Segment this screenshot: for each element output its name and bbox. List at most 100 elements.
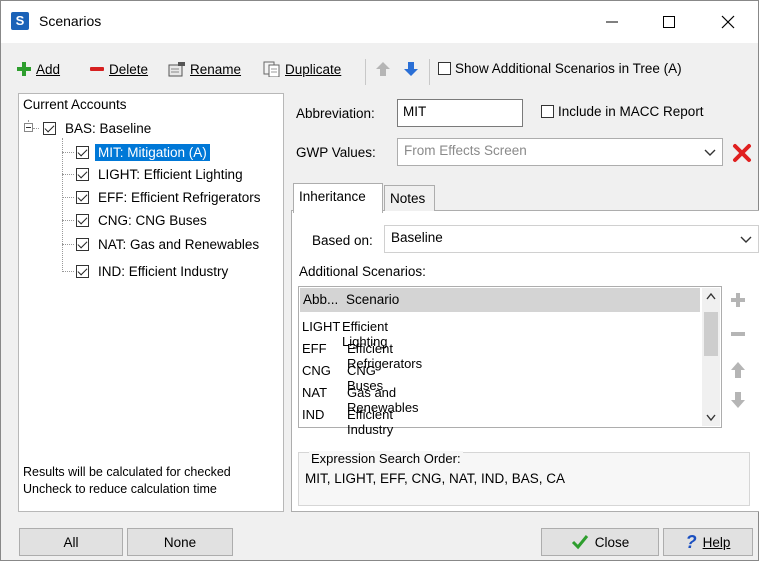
tab-notes-label: Notes: [390, 191, 426, 206]
tree-node-mit[interactable]: MIT: Mitigation (A): [76, 142, 210, 162]
help-label: Help: [702, 534, 731, 550]
tree-node-baseline[interactable]: BAS: Baseline: [43, 118, 154, 138]
scroll-down-icon[interactable]: [706, 414, 716, 422]
scenario-tree: Current Accounts BAS: Baseline MIT: Miti…: [18, 93, 284, 512]
show-additional-label: Show Additional Scenarios in Tree (A): [455, 61, 682, 76]
minus-icon: [731, 332, 745, 336]
mit-checkbox[interactable]: [76, 145, 89, 159]
add-scenario-button[interactable]: [729, 291, 747, 312]
tree-connector: [62, 244, 74, 245]
chevron-down-icon: [740, 236, 752, 243]
include-macc-toggle[interactable]: Include in MACC Report: [541, 104, 704, 119]
tree-node-cng[interactable]: CNG: CNG Buses: [76, 210, 210, 230]
arrow-up-icon: [731, 362, 745, 378]
tree-node-ind[interactable]: IND: Efficient Industry: [76, 261, 231, 281]
close-button[interactable]: Close: [541, 528, 659, 556]
plus-icon: [17, 62, 31, 76]
abbreviation-input[interactable]: MIT: [397, 99, 523, 127]
select-none-label: None: [163, 534, 197, 550]
help-button[interactable]: ? Help: [663, 528, 753, 556]
move-scenario-up-button[interactable]: [729, 361, 747, 382]
additional-scenarios-grid[interactable]: Abb... Scenario LIGHT Efficient Lighting…: [298, 286, 722, 437]
move-down-button[interactable]: [403, 61, 419, 77]
duplicate-button[interactable]: Duplicate: [263, 61, 341, 77]
light-label: LIGHT: Efficient Lighting: [98, 166, 243, 182]
baseline-checkbox[interactable]: [43, 121, 56, 135]
include-macc-checkbox[interactable]: [541, 105, 554, 118]
row-scenario: Efficient Industry: [347, 407, 394, 437]
close-label: Close: [594, 534, 630, 550]
row-abb: EFF: [302, 341, 327, 356]
select-all-label: All: [63, 534, 79, 550]
tree-connector: [62, 174, 74, 175]
select-all-button[interactable]: All: [19, 528, 123, 556]
scenarios-window: S Scenarios Add Delete Rename Duplicate: [0, 0, 759, 561]
rename-icon: [168, 62, 185, 77]
remove-scenario-button[interactable]: [729, 325, 747, 346]
mit-label: MIT: Mitigation (A): [95, 143, 210, 161]
gwp-select[interactable]: From Effects Screen: [397, 138, 723, 166]
move-scenario-down-button[interactable]: [729, 391, 747, 412]
help-icon: ?: [685, 531, 697, 552]
minimize-button[interactable]: [589, 1, 635, 43]
tree-connector: [62, 152, 74, 153]
close-window-button[interactable]: [705, 1, 751, 43]
cng-checkbox[interactable]: [76, 213, 89, 227]
grid-header: Abb... Scenario: [300, 288, 700, 312]
tab-inheritance[interactable]: Inheritance: [293, 183, 383, 213]
tree-node-nat[interactable]: NAT: Gas and Renewables: [76, 234, 262, 254]
toolbar-separator: [365, 59, 366, 85]
add-label: Add: [36, 61, 61, 77]
nat-label: NAT: Gas and Renewables: [98, 236, 260, 252]
tab-notes[interactable]: Notes: [384, 185, 435, 211]
duplicate-label: Duplicate: [285, 61, 342, 77]
move-up-button[interactable]: [375, 61, 391, 77]
tree-root[interactable]: Current Accounts: [23, 97, 127, 112]
search-order-label: Expression Search Order:: [309, 451, 463, 466]
ind-label: IND: Efficient Industry: [98, 263, 229, 279]
tree-node-eff[interactable]: EFF: Efficient Refrigerators: [76, 187, 264, 207]
based-on-value: Baseline: [391, 230, 443, 245]
ind-checkbox[interactable]: [76, 264, 89, 278]
column-header-abb[interactable]: Abb...: [303, 292, 338, 307]
column-header-scenario[interactable]: Scenario: [346, 292, 399, 307]
delete-button[interactable]: Delete: [89, 61, 148, 77]
select-none-button[interactable]: None: [127, 528, 233, 556]
show-additional-toggle[interactable]: Show Additional Scenarios in Tree (A): [438, 61, 682, 76]
include-macc-label: Include in MACC Report: [558, 104, 704, 119]
add-button[interactable]: Add: [16, 61, 60, 77]
arrow-down-icon: [731, 392, 745, 408]
search-order-value: MIT, LIGHT, EFF, CNG, NAT, IND, BAS, CA: [305, 471, 566, 486]
scroll-up-icon[interactable]: [706, 292, 716, 300]
gwp-label: GWP Values:: [296, 145, 376, 160]
maximize-button[interactable]: [646, 1, 692, 43]
expression-search-order-box: Expression Search Order: MIT, LIGHT, EFF…: [298, 451, 750, 506]
window-title: Scenarios: [39, 13, 102, 29]
app-icon: S: [11, 12, 29, 30]
tree-footer-note: Results will be calculated for checked U…: [23, 464, 231, 498]
row-abb: CNG: [302, 363, 331, 378]
close-icon: [721, 15, 735, 29]
plus-icon: [731, 293, 745, 307]
footer-line-2: Uncheck to reduce calculation time: [23, 482, 217, 496]
scrollbar-thumb[interactable]: [704, 312, 718, 356]
show-additional-checkbox[interactable]: [438, 62, 451, 75]
tree-node-light[interactable]: LIGHT: Efficient Lighting: [76, 164, 246, 184]
light-checkbox[interactable]: [76, 167, 89, 181]
eff-label: EFF: Efficient Refrigerators: [98, 189, 261, 205]
tree-connector: [62, 271, 74, 272]
based-on-select[interactable]: Baseline: [384, 225, 759, 253]
nat-checkbox[interactable]: [76, 237, 89, 251]
tree-connector: [62, 138, 63, 272]
grid-scrollbar[interactable]: [702, 288, 720, 426]
tree-connector: [62, 197, 74, 198]
toolbar: Add Delete Rename Duplicate Show Additio…: [1, 57, 758, 87]
red-x-icon: [733, 144, 751, 162]
collapse-icon[interactable]: [24, 123, 33, 132]
eff-checkbox[interactable]: [76, 190, 89, 204]
minus-icon: [90, 67, 104, 71]
rename-button[interactable]: Rename: [168, 61, 241, 77]
chevron-down-icon: [704, 149, 716, 156]
arrow-down-icon: [404, 62, 418, 76]
clear-gwp-button[interactable]: [730, 141, 754, 165]
